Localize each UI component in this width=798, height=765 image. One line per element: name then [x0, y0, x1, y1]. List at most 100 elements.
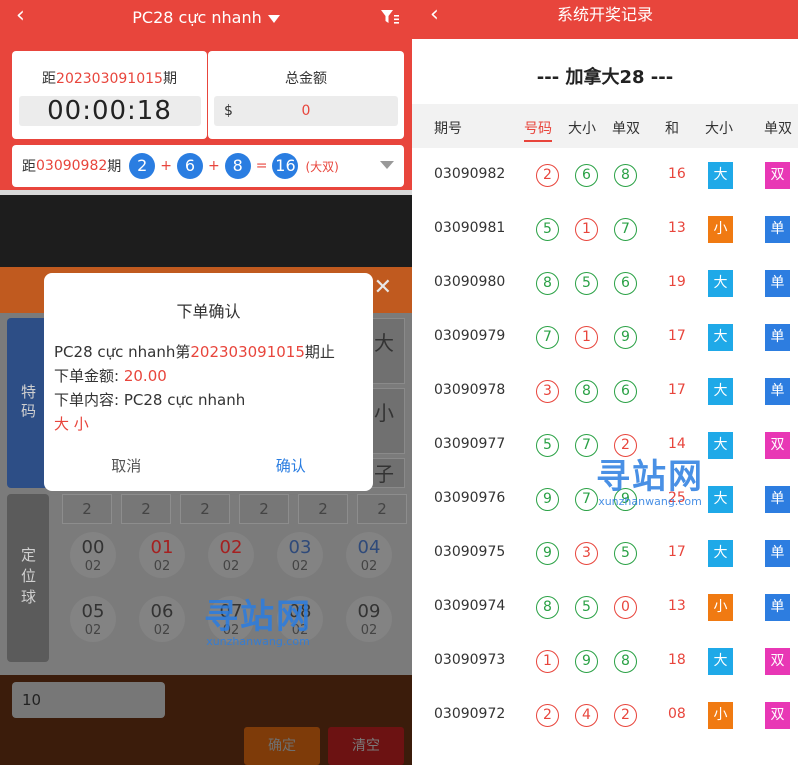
chevron-down-icon [267, 14, 280, 23]
close-icon[interactable]: ✕ [374, 275, 392, 300]
plus-sign: + [160, 158, 172, 174]
number-ball[interactable]: 06 02 [139, 596, 185, 642]
draw-ball: 8 [224, 153, 251, 179]
tab-position-ball[interactable]: 定位球 [7, 494, 49, 662]
ball-odds: 02 [153, 623, 171, 638]
number-ball[interactable]: 05 02 [70, 596, 116, 642]
draw-period: 03090974 [434, 598, 506, 614]
dialog-content-line: 下单内容: PC28 cực nhanh [54, 391, 246, 409]
draw-sum: 08 [668, 706, 686, 722]
dialog-amount-line: 下单金额: 20.00 [54, 367, 167, 385]
draw-ball: 9 [536, 542, 559, 565]
size-badge: 大 [708, 270, 733, 297]
number-ball[interactable]: 04 02 [346, 532, 392, 578]
draw-ball: 1 [575, 218, 598, 241]
parity-badge: 双 [765, 648, 790, 675]
order-confirm-dialog: 下单确认 PC28 cực nhanh第202303091015期止 下单金额:… [44, 273, 373, 491]
draw-ball: 2 [614, 704, 637, 727]
confirm-bet-button[interactable]: 确定 [244, 727, 320, 765]
ball-odds: 02 [222, 559, 240, 574]
draw-period: 03090978 [434, 382, 506, 398]
size-badge: 大 [708, 648, 733, 675]
draw-ball: 5 [536, 434, 559, 457]
draw-sum: 13 [668, 220, 686, 236]
ball-number: 09 [357, 601, 381, 622]
col-period: 期号 [434, 121, 462, 137]
number-ball[interactable]: 09 02 [346, 596, 392, 642]
ball-number: 01 [150, 537, 174, 558]
ball-odds: 02 [84, 559, 102, 574]
total-amount-label: 总金额 [285, 71, 327, 87]
odds-cell[interactable]: 2 [357, 494, 407, 524]
odds-cell[interactable]: 2 [62, 494, 112, 524]
table-header: 期号 号码 大小 单双 和 大小 单双 [412, 104, 798, 148]
number-ball[interactable]: 02 02 [208, 532, 254, 578]
draw-ball: 1 [536, 650, 559, 673]
ball-number: 05 [81, 601, 105, 622]
countdown-card: 距202303091015期 00:00:18 [12, 51, 207, 139]
ball-odds: 02 [84, 623, 102, 638]
parity-badge: 单 [765, 540, 790, 567]
total-amount-value: 0 [301, 103, 311, 119]
draw-sum-ball: 16 [272, 153, 299, 179]
draw-period: 03090973 [434, 652, 506, 668]
size-badge: 大 [708, 378, 733, 405]
tab-special-code[interactable]: 特码 [7, 318, 49, 488]
chevron-down-icon[interactable] [380, 161, 394, 169]
parity-badge: 单 [765, 324, 790, 351]
draw-ball: 6 [177, 153, 203, 179]
draw-ball: 6 [575, 164, 598, 187]
number-ball[interactable]: 03 02 [277, 532, 323, 578]
dialog-period-line: PC28 cực nhanh第202303091015期止 [54, 343, 335, 361]
parity-badge: 双 [765, 702, 790, 729]
cancel-button[interactable]: 取消 [44, 455, 209, 476]
back-icon[interactable]: ‹ [16, 3, 25, 28]
parity-badge: 单 [765, 594, 790, 621]
number-ball[interactable]: 00 02 [70, 532, 116, 578]
game-selector[interactable]: PC28 cực nhanh [132, 7, 280, 27]
ball-number: 03 [288, 537, 312, 558]
bet-amount-input[interactable] [12, 682, 165, 718]
number-ball[interactable]: 01 02 [139, 532, 185, 578]
dialog-selection: 大 小 [54, 415, 89, 433]
draw-ball: 8 [575, 380, 598, 403]
col-size[interactable]: 大小 [568, 118, 596, 138]
odds-cell[interactable]: 2 [180, 494, 230, 524]
header-bar: ‹ 系统开奖记录 [412, 0, 798, 39]
odds-cell[interactable]: 2 [298, 494, 348, 524]
table-row: 03090973 1 9 8 18 大 双 [412, 635, 798, 689]
size-badge: 小 [708, 702, 733, 729]
draw-result: (大双) [305, 159, 339, 174]
draw-sum: 19 [668, 274, 686, 290]
draw-ball: 2 [536, 164, 559, 187]
col-parity[interactable]: 单双 [612, 118, 640, 138]
countdown-period: 202303091015 [56, 71, 163, 87]
ball-number: 04 [357, 537, 381, 558]
game-title: PC28 cực nhanh [132, 7, 262, 27]
table-row: 03090982 2 6 8 16 大 双 [412, 149, 798, 203]
parity-badge: 单 [765, 216, 790, 243]
odds-cell[interactable]: 2 [239, 494, 289, 524]
filter-icon[interactable] [380, 8, 400, 26]
draw-period: 03090976 [434, 490, 506, 506]
col-parity-result: 单双 [764, 121, 792, 137]
back-icon[interactable]: ‹ [430, 0, 439, 30]
draw-period: 03090981 [434, 220, 506, 236]
draw-ball: 3 [536, 380, 559, 403]
odds-row: 2 2 2 2 2 2 [62, 494, 407, 524]
draw-period: 03090972 [434, 706, 506, 722]
col-numbers[interactable]: 号码 [524, 118, 552, 142]
last-draw-bar[interactable]: 距 03090982 期 2 + 6 + 8 = 16 (大双) [12, 145, 404, 187]
draw-period: 03090979 [434, 328, 506, 344]
odds-cell[interactable]: 2 [121, 494, 171, 524]
table-row: 03090981 5 1 7 13 小 单 [412, 203, 798, 257]
clear-button[interactable]: 清空 [328, 727, 404, 765]
game-title: --- 加拿大28 --- [536, 67, 674, 88]
table-row: 03090974 8 5 0 13 小 单 [412, 581, 798, 635]
total-amount-box: $ 0 [214, 96, 398, 126]
draw-sum: 17 [668, 382, 686, 398]
confirm-button[interactable]: 确认 [209, 455, 374, 476]
draw-sum: 17 [668, 544, 686, 560]
plus-sign: + [208, 158, 220, 174]
col-size-result: 大小 [705, 121, 733, 137]
